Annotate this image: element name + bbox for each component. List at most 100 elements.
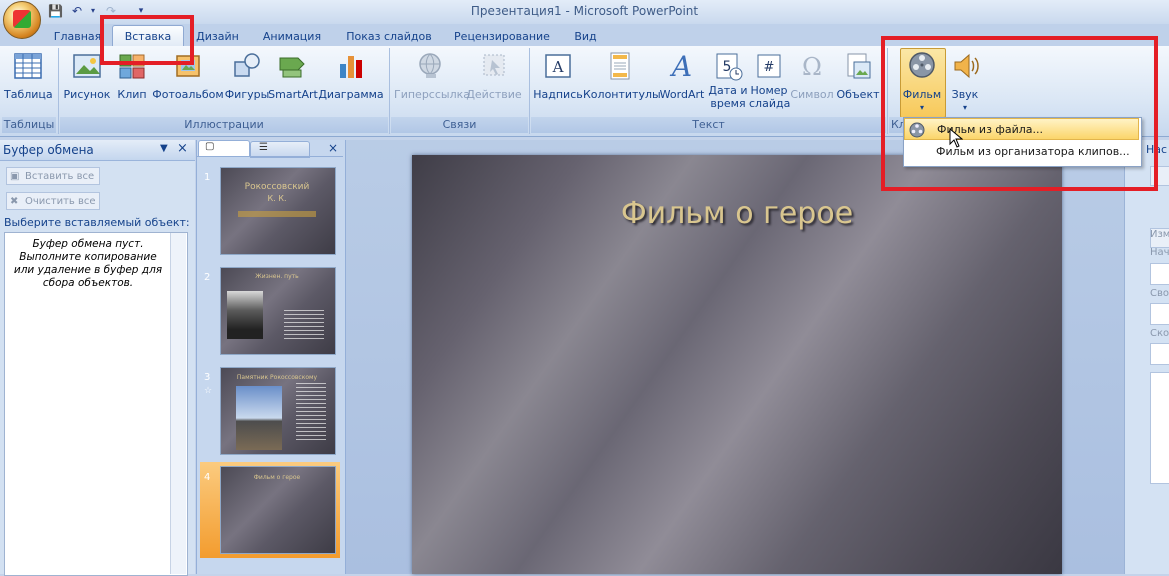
tab-animation[interactable]: Анимация [257, 27, 327, 46]
shapes-button[interactable]: Фигуры [224, 50, 270, 101]
tab-slideshow[interactable]: Показ слайдов [343, 27, 435, 46]
picture-icon [73, 54, 101, 78]
object-button[interactable]: Объект [835, 50, 881, 101]
slide-number-label-2: слайда [749, 97, 791, 110]
slide-number-2: 2 [204, 272, 211, 283]
slides-pane-divider [197, 156, 343, 157]
datetime-button[interactable]: 5 Дата и время [707, 50, 749, 110]
clipboard-scrollbar[interactable] [170, 233, 186, 574]
datetime-label-2: время [710, 97, 746, 110]
current-slide-title[interactable]: Фильм о герое [412, 196, 1062, 231]
clipboard-close-icon[interactable]: × [177, 141, 188, 156]
textbox-button[interactable]: A Надпись [533, 50, 583, 101]
right-pane-field-3[interactable] [1150, 343, 1169, 365]
wordart-button[interactable]: A WordArt [657, 50, 707, 101]
tab-review[interactable]: Рецензирование [452, 27, 552, 46]
slide-3-animation-icon: ☆ [204, 386, 213, 396]
svg-text:#: # [764, 60, 775, 75]
header-footer-icon [610, 52, 630, 80]
clear-icon: ✖ [10, 196, 19, 207]
tab-design[interactable]: Дизайн [190, 27, 245, 46]
right-pane-label-start: Нач [1150, 247, 1169, 258]
hyperlink-label: Гиперссылка [394, 88, 470, 101]
clipboard-title: Буфер обмена [3, 143, 94, 157]
textbox-icon: A [545, 54, 571, 78]
slide-2-portrait-image [227, 291, 263, 339]
clipboard-options-icon[interactable]: ▼ [160, 143, 168, 154]
svg-text:A: A [552, 58, 564, 76]
right-pane-field-2[interactable] [1150, 303, 1169, 325]
slide-1-text-lines [238, 211, 316, 217]
table-label: Таблица [4, 88, 53, 101]
tab-slides[interactable]: ▢ [198, 140, 250, 157]
symbol-label: Символ [790, 88, 834, 101]
group-separator [389, 48, 390, 134]
slide-number-label-1: Номер [750, 84, 788, 97]
table-button[interactable]: Таблица [4, 50, 53, 101]
slide-number-button[interactable]: # Номер слайда [749, 50, 791, 110]
office-logo-icon [13, 10, 31, 28]
smartart-label: SmartArt [268, 88, 318, 101]
hyperlink-button[interactable]: Гиперссылка [394, 50, 470, 101]
action-label: Действие [466, 88, 522, 101]
chart-icon [340, 56, 362, 78]
action-button[interactable]: Действие [466, 50, 522, 101]
highlight-insert-tab [100, 15, 194, 65]
clip-label: Клип [117, 88, 147, 101]
right-pane-label-change: Изм [1150, 229, 1169, 240]
slide-1-subtitle: К. К. [267, 194, 287, 203]
slide-3-monument-image [236, 386, 282, 450]
right-pane-label-speed: Ско [1150, 328, 1169, 339]
paste-all-button[interactable]: ▣ Вставить все [6, 167, 100, 185]
clear-all-button[interactable]: ✖ Очистить все [6, 192, 100, 210]
wordart-icon: A [669, 50, 692, 82]
omega-symbol-icon: Ω [802, 53, 822, 81]
paste-all-label: Вставить все [25, 171, 95, 182]
slides-pane-close-icon[interactable]: × [328, 141, 338, 155]
chart-button[interactable]: Диаграмма [318, 50, 384, 101]
outline-tab-icon: ☰ [259, 142, 268, 153]
slide-number-3: 3 [204, 372, 211, 383]
paste-icon: ▣ [10, 171, 20, 182]
slide-3-text-lines [296, 383, 326, 443]
photo-album-label: Фотоальбом [152, 88, 224, 101]
slide-number-1: 1 [204, 172, 211, 183]
office-button[interactable] [3, 1, 41, 39]
calendar-icon: 5 [716, 53, 743, 81]
action-icon [483, 54, 505, 76]
svg-text:A: A [669, 50, 692, 82]
slides-tab-icon: ▢ [205, 141, 215, 152]
group-tables-label: Таблицы [2, 117, 56, 133]
svg-text:Ω: Ω [802, 53, 822, 81]
slide-3-title: Памятник Рокоссовскому [236, 374, 318, 381]
smartart-button[interactable]: SmartArt [268, 50, 318, 101]
header-footer-button[interactable]: Колонтитулы [583, 50, 661, 101]
hyperlink-globe-icon [419, 53, 441, 78]
slide-4-title: Фильм о герое [253, 474, 301, 481]
right-pane-list[interactable] [1150, 372, 1169, 484]
object-icon [847, 53, 871, 79]
object-label: Объект [836, 88, 880, 101]
smartart-icon [279, 57, 305, 78]
chart-label: Диаграмма [318, 88, 384, 101]
clipboard-empty-message: Буфер обмена пуст. Выполните копирование… [13, 238, 163, 289]
symbol-button[interactable]: Ω Символ [789, 50, 835, 101]
tab-home[interactable]: Главная [50, 27, 105, 46]
wordart-label: WordArt [659, 88, 705, 101]
group-links-label: Связи [391, 117, 528, 133]
slide-1-title: Рокоссовский [244, 182, 310, 192]
tab-view[interactable]: Вид [568, 27, 603, 46]
slide-number-4: 4 [204, 472, 211, 483]
table-icon [14, 53, 42, 79]
group-illustrations-label: Иллюстрации [60, 117, 388, 133]
right-pane-label-property: Сво [1150, 288, 1169, 299]
group-separator [58, 48, 59, 134]
textbox-label: Надпись [533, 88, 583, 101]
right-pane-field-1[interactable] [1150, 263, 1169, 285]
shapes-label: Фигуры [224, 88, 270, 101]
group-separator [529, 48, 530, 134]
slide-number-icon: # [757, 54, 781, 78]
slide-2-title: Жизнен. путь [255, 273, 299, 280]
picture-label: Рисунок [63, 88, 111, 101]
clipboard-choose-label: Выберите вставляемый объект: [4, 216, 190, 229]
